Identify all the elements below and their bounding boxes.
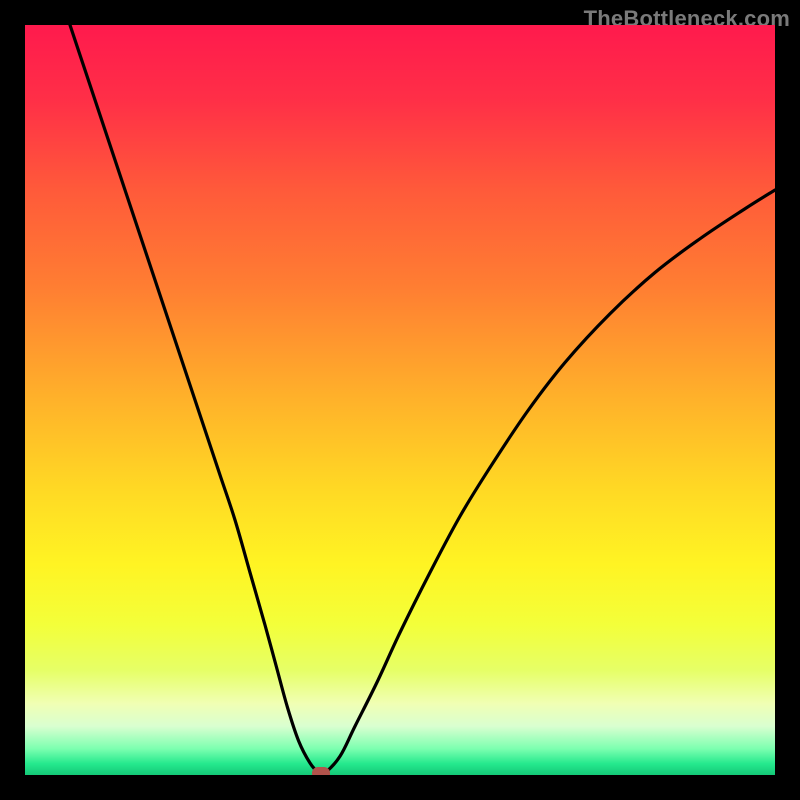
optimal-point-marker [312, 767, 330, 775]
chart-frame: TheBottleneck.com [0, 0, 800, 800]
plot-area [25, 25, 775, 775]
gradient-background [25, 25, 775, 775]
plot-svg [25, 25, 775, 775]
